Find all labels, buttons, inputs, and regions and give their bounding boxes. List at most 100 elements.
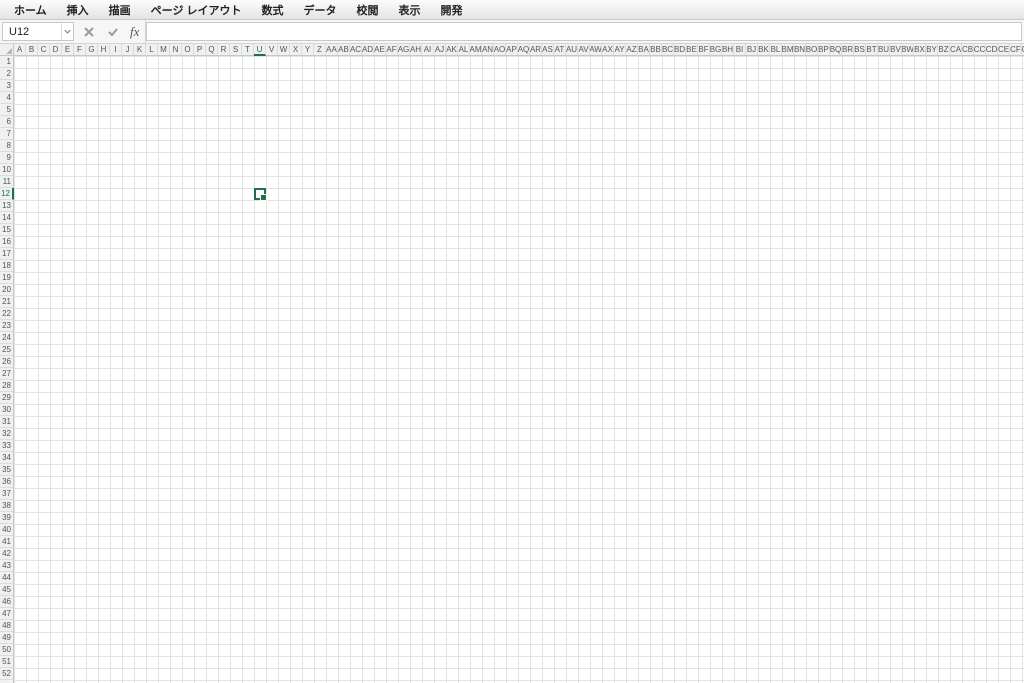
column-header[interactable]: BN — [794, 44, 806, 55]
column-header[interactable]: V — [266, 44, 278, 55]
row-header[interactable]: 33 — [0, 440, 13, 452]
row-header[interactable]: 42 — [0, 548, 13, 560]
menu-draw[interactable]: 描画 — [109, 2, 131, 18]
menu-developer[interactable]: 開発 — [441, 2, 463, 18]
column-header[interactable]: AP — [506, 44, 518, 55]
column-header[interactable]: BV — [890, 44, 902, 55]
column-header[interactable]: AX — [602, 44, 614, 55]
column-header[interactable]: BY — [926, 44, 938, 55]
column-header[interactable]: AI — [422, 44, 434, 55]
select-all-corner[interactable] — [0, 44, 14, 56]
column-header[interactable]: AQ — [518, 44, 530, 55]
row-header[interactable]: 51 — [0, 656, 13, 668]
row-header[interactable]: 44 — [0, 572, 13, 584]
column-header[interactable]: L — [146, 44, 158, 55]
row-header[interactable]: 21 — [0, 296, 13, 308]
column-header[interactable]: BL — [770, 44, 782, 55]
column-header[interactable]: AJ — [434, 44, 446, 55]
menu-formulas[interactable]: 数式 — [262, 2, 284, 18]
column-header[interactable]: D — [50, 44, 62, 55]
column-header[interactable]: N — [170, 44, 182, 55]
column-header[interactable]: BS — [854, 44, 866, 55]
menu-view[interactable]: 表示 — [399, 2, 421, 18]
row-header[interactable]: 17 — [0, 248, 13, 260]
formula-input[interactable] — [146, 22, 1022, 41]
row-header[interactable]: 16 — [0, 236, 13, 248]
column-header[interactable]: BE — [686, 44, 698, 55]
column-header[interactable]: AD — [362, 44, 374, 55]
row-header[interactable]: 12 — [0, 188, 14, 200]
fx-icon[interactable]: fx — [130, 24, 139, 40]
column-header[interactable]: U — [254, 44, 266, 56]
column-header[interactable]: Q — [206, 44, 218, 55]
menu-home[interactable]: ホーム — [14, 2, 47, 18]
menu-insert[interactable]: 挿入 — [67, 2, 89, 18]
column-header[interactable]: AG — [398, 44, 410, 55]
row-header[interactable]: 15 — [0, 224, 13, 236]
column-header[interactable]: B — [26, 44, 38, 55]
row-header[interactable]: 40 — [0, 524, 13, 536]
row-header[interactable]: 13 — [0, 200, 13, 212]
column-header[interactable]: BP — [818, 44, 830, 55]
column-header[interactable]: AR — [530, 44, 542, 55]
column-header[interactable]: BI — [734, 44, 746, 55]
column-header[interactable]: BJ — [746, 44, 758, 55]
column-header[interactable]: P — [194, 44, 206, 55]
column-header[interactable]: AZ — [626, 44, 638, 55]
row-header[interactable]: 20 — [0, 284, 13, 296]
row-header[interactable]: 14 — [0, 212, 13, 224]
column-header[interactable]: AF — [386, 44, 398, 55]
column-header[interactable]: I — [110, 44, 122, 55]
column-header[interactable]: K — [134, 44, 146, 55]
cells-area[interactable] — [14, 56, 1024, 683]
row-header[interactable]: 48 — [0, 620, 13, 632]
column-header[interactable]: W — [278, 44, 290, 55]
column-header[interactable]: AM — [470, 44, 482, 55]
row-header[interactable]: 5 — [0, 104, 13, 116]
column-header[interactable]: AA — [326, 44, 338, 55]
row-header[interactable]: 19 — [0, 272, 13, 284]
column-header[interactable]: AN — [482, 44, 494, 55]
column-header[interactable]: C — [38, 44, 50, 55]
column-header[interactable]: BA — [638, 44, 650, 55]
column-header[interactable]: CF — [1010, 44, 1022, 55]
row-header[interactable]: 31 — [0, 416, 13, 428]
column-header[interactable]: BG — [710, 44, 722, 55]
row-headers[interactable]: 1234567891011121314151617181920212223242… — [0, 56, 14, 683]
row-header[interactable]: 22 — [0, 308, 13, 320]
name-box-dropdown-icon[interactable] — [61, 23, 73, 40]
row-header[interactable]: 37 — [0, 488, 13, 500]
cancel-icon[interactable] — [80, 23, 98, 41]
column-header[interactable]: J — [122, 44, 134, 55]
row-header[interactable]: 26 — [0, 356, 13, 368]
row-header[interactable]: 23 — [0, 320, 13, 332]
menu-data[interactable]: データ — [304, 2, 337, 18]
worksheet[interactable]: ABCDEFGHIJKLMNOPQRSTUVWXYZAAABACADAEAFAG… — [0, 44, 1024, 683]
row-header[interactable]: 45 — [0, 584, 13, 596]
column-header[interactable]: CC — [974, 44, 986, 55]
column-header[interactable]: Z — [314, 44, 326, 55]
row-header[interactable]: 29 — [0, 392, 13, 404]
active-cell[interactable] — [254, 188, 266, 200]
row-header[interactable]: 52 — [0, 668, 13, 680]
row-header[interactable]: 30 — [0, 404, 13, 416]
row-header[interactable]: 32 — [0, 428, 13, 440]
row-header[interactable]: 34 — [0, 452, 13, 464]
column-header[interactable]: BB — [650, 44, 662, 55]
row-header[interactable]: 36 — [0, 476, 13, 488]
column-header[interactable]: BQ — [830, 44, 842, 55]
column-header[interactable]: O — [182, 44, 194, 55]
row-header[interactable]: 35 — [0, 464, 13, 476]
column-header[interactable]: AH — [410, 44, 422, 55]
row-header[interactable]: 46 — [0, 596, 13, 608]
column-header[interactable]: AU — [566, 44, 578, 55]
row-header[interactable]: 49 — [0, 632, 13, 644]
column-header[interactable]: BO — [806, 44, 818, 55]
row-header[interactable]: 28 — [0, 380, 13, 392]
row-header[interactable]: 7 — [0, 128, 13, 140]
column-header[interactable]: BK — [758, 44, 770, 55]
row-header[interactable]: 3 — [0, 80, 13, 92]
column-header[interactable]: BU — [878, 44, 890, 55]
row-header[interactable]: 38 — [0, 500, 13, 512]
column-header[interactable]: AC — [350, 44, 362, 55]
